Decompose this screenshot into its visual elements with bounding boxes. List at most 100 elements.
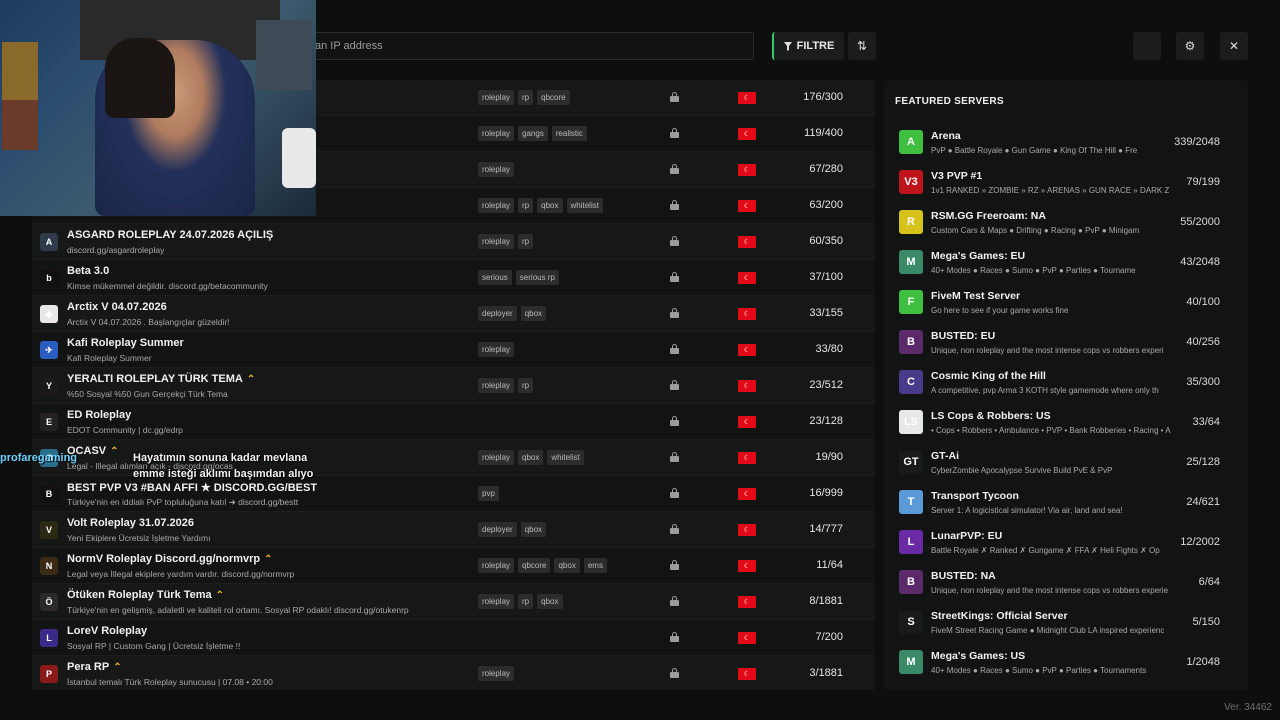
server-tag[interactable]: roleplay xyxy=(478,450,515,465)
server-tag[interactable]: rp xyxy=(518,594,534,609)
featured-server-name: LS Cops & Robbers: US xyxy=(931,410,1051,422)
server-row[interactable]: Y YERALTI ROLEPLAY TÜRK TEMA ⌃ %50 Sosyal %… xyxy=(32,368,875,404)
server-tag[interactable]: rp xyxy=(518,234,534,249)
server-tag[interactable]: roleplay xyxy=(478,162,515,177)
server-tag[interactable]: gangs xyxy=(518,126,548,141)
server-tag[interactable]: rp xyxy=(518,90,534,105)
settings-button[interactable]: ⚙ xyxy=(1176,32,1204,60)
featured-server-item[interactable]: M Mega's Games: US 40+ Modes ● Races ● Sum… xyxy=(884,642,1248,682)
featured-server-item[interactable]: GT GT-Ai CyberZombie Apocalypse Survive Bu… xyxy=(884,442,1248,482)
server-description: Türkiye'nin en iddialı PvP topluluğuna k… xyxy=(67,497,299,507)
filter-icon xyxy=(783,41,792,51)
featured-server-item[interactable]: R RSM.GG Freeroam: NA Custom Cars & Maps ●… xyxy=(884,202,1248,242)
blank-button[interactable] xyxy=(1133,32,1161,60)
server-tag[interactable]: qbox xyxy=(520,306,547,321)
server-tag[interactable]: qbox xyxy=(518,450,544,465)
featured-server-item[interactable]: B BUSTED: NA Unique, non roleplay and the … xyxy=(884,562,1248,602)
server-tag[interactable]: rp xyxy=(518,378,534,393)
server-tag[interactable]: roleplay xyxy=(478,342,515,357)
server-tag[interactable]: pvp xyxy=(478,486,499,501)
server-tag[interactable]: qbox xyxy=(520,522,547,537)
boost-icon: ⌃ xyxy=(246,374,256,385)
turkey-flag-icon: ☾ xyxy=(738,416,756,428)
featured-server-item[interactable]: T Transport Tycoon Server 1: A logicistica… xyxy=(884,482,1248,522)
lock-icon xyxy=(670,488,679,498)
server-row[interactable]: b Beta 3.0 Kimse mükemmel değildir. discor… xyxy=(32,260,875,296)
server-tag[interactable]: qbox xyxy=(537,198,563,213)
boost-icon: ⌃ xyxy=(215,590,225,601)
server-row[interactable]: V Volt Roleplay 31.07.2026 Yeni Ekiplere Ü… xyxy=(32,512,875,548)
server-name: Beta 3.0 xyxy=(67,265,109,277)
filter-button[interactable]: FILTRE xyxy=(772,32,844,60)
server-player-count: 119/400 xyxy=(804,127,843,139)
featured-server-player-count: 5/150 xyxy=(1192,616,1220,628)
server-tag[interactable]: roleplay xyxy=(478,126,515,141)
server-row[interactable]: L LoreV Roleplay Sosyal RP | Custom Gang |… xyxy=(32,620,875,656)
server-tag[interactable]: serious rp xyxy=(515,270,559,285)
turkey-flag-icon: ☾ xyxy=(738,308,756,320)
featured-server-item[interactable]: B BUSTED: EU Unique, non roleplay and the … xyxy=(884,322,1248,362)
lock-icon xyxy=(670,452,679,462)
webcam-overlay xyxy=(0,0,316,216)
server-tag[interactable]: roleplay xyxy=(478,90,515,105)
server-tag[interactable]: qbox xyxy=(537,594,563,609)
server-tag[interactable]: qbox xyxy=(554,558,580,573)
featured-server-icon: S xyxy=(899,610,923,634)
server-tag[interactable]: whitelist xyxy=(566,198,603,213)
server-icon: V xyxy=(40,521,58,539)
server-tag[interactable]: qbcore xyxy=(518,558,551,573)
server-row[interactable]: ◆ Arctix V 04.07.2026 Arctix V 04.07.2026 … xyxy=(32,296,875,332)
featured-server-icon: A xyxy=(899,130,923,154)
server-tag[interactable]: roleplay xyxy=(478,666,515,681)
featured-server-description: PvP ● Battle Royale ● Gun Game ● King Of… xyxy=(931,146,1138,155)
server-tag[interactable]: serious xyxy=(478,270,512,285)
featured-server-player-count: 6/64 xyxy=(1198,576,1220,588)
server-row[interactable]: Ö Ötüken Roleplay Türk Tema ⌃ Türkiye'nin e… xyxy=(32,584,875,620)
server-description: Sosyal RP | Custom Gang | Ücretsiz İşlet… xyxy=(67,641,241,651)
server-tag[interactable]: roleplay xyxy=(478,234,515,249)
featured-server-item[interactable]: A Arena PvP ● Battle Royale ● Gun Game ● K… xyxy=(884,122,1248,162)
featured-server-description: 40+ Modes ● Races ● Sumo ● PvP ● Parties… xyxy=(931,666,1147,675)
featured-server-item[interactable]: V3 V3 PVP #1 1v1 RANKED » ZOMBIE » RZ » AR… xyxy=(884,162,1248,202)
server-row[interactable]: ✈ Kafi Roleplay Summer Kafi Roleplay Summe… xyxy=(32,332,875,368)
server-icon: ◆ xyxy=(40,305,58,323)
server-name-text: Kafi Roleplay Summer xyxy=(67,337,184,349)
server-row[interactable]: N NormV Roleplay Discord.gg/normvrp ⌃ Legal… xyxy=(32,548,875,584)
server-row[interactable]: B BEST PVP V3 #BAN AFFI ★ DISCORD.GG/BEST… xyxy=(32,476,875,512)
server-tags: roleplay rp qbcore xyxy=(478,90,570,105)
server-tag[interactable]: ems xyxy=(583,558,607,573)
server-tag[interactable]: whitelist xyxy=(547,450,584,465)
featured-server-description: • Cops • Robbers • Ambulance • PVP • Ban… xyxy=(931,426,1171,435)
server-tag[interactable]: roleplay xyxy=(478,198,515,213)
server-tags: roleplay rp xyxy=(478,378,534,393)
server-tags: roleplay rp qbox whitelist xyxy=(478,198,603,213)
server-tag[interactable]: roleplay xyxy=(478,558,515,573)
featured-server-item[interactable]: LS LS Cops & Robbers: US • Cops • Robbers … xyxy=(884,402,1248,442)
featured-server-description: CyberZombie Apocalypse Survive Build PvE… xyxy=(931,466,1113,475)
search-input[interactable]: an IP address xyxy=(300,32,754,60)
featured-server-item[interactable]: C Cosmic King of the Hill A competitive, p… xyxy=(884,362,1248,402)
featured-server-name: Transport Tycoon xyxy=(931,490,1019,502)
server-tag[interactable]: roleplay xyxy=(478,378,515,393)
turkey-flag-icon: ☾ xyxy=(738,344,756,356)
server-player-count: 7/200 xyxy=(815,631,843,643)
server-row[interactable]: E ED Roleplay EDOT Community | dc.gg/edrp ☾… xyxy=(32,404,875,440)
featured-server-item[interactable]: L LunarPVP: EU Battle Royale ✗ Ranked ✗ Gu… xyxy=(884,522,1248,562)
featured-server-item[interactable]: F FiveM Test Server Go here to see if your… xyxy=(884,282,1248,322)
close-button[interactable]: ✕ xyxy=(1220,32,1248,60)
lock-icon xyxy=(670,164,679,174)
featured-server-item[interactable]: S StreetKings: Official Server FiveM Stree… xyxy=(884,602,1248,642)
server-tag[interactable]: realistic xyxy=(551,126,587,141)
server-tag[interactable]: qbcore xyxy=(537,90,570,105)
server-tag[interactable]: rp xyxy=(518,198,534,213)
server-tag[interactable]: deployer xyxy=(478,306,517,321)
server-tag[interactable]: roleplay xyxy=(478,594,515,609)
featured-server-item[interactable]: M Mega's Games: EU 40+ Modes ● Races ● Sum… xyxy=(884,242,1248,282)
server-row[interactable]: A ASGARD ROLEPLAY 24.07.2026 AÇILIŞ discor… xyxy=(32,224,875,260)
server-name: ASGARD ROLEPLAY 24.07.2026 AÇILIŞ xyxy=(67,229,273,241)
sort-button[interactable]: ⇅ xyxy=(848,32,876,60)
server-row[interactable]: P Pera RP ⌃ İstanbul temalı Türk Roleplay s… xyxy=(32,656,875,690)
server-tag[interactable]: deployer xyxy=(478,522,517,537)
featured-server-name: LunarPVP: EU xyxy=(931,530,1003,542)
close-icon: ✕ xyxy=(1228,39,1240,53)
